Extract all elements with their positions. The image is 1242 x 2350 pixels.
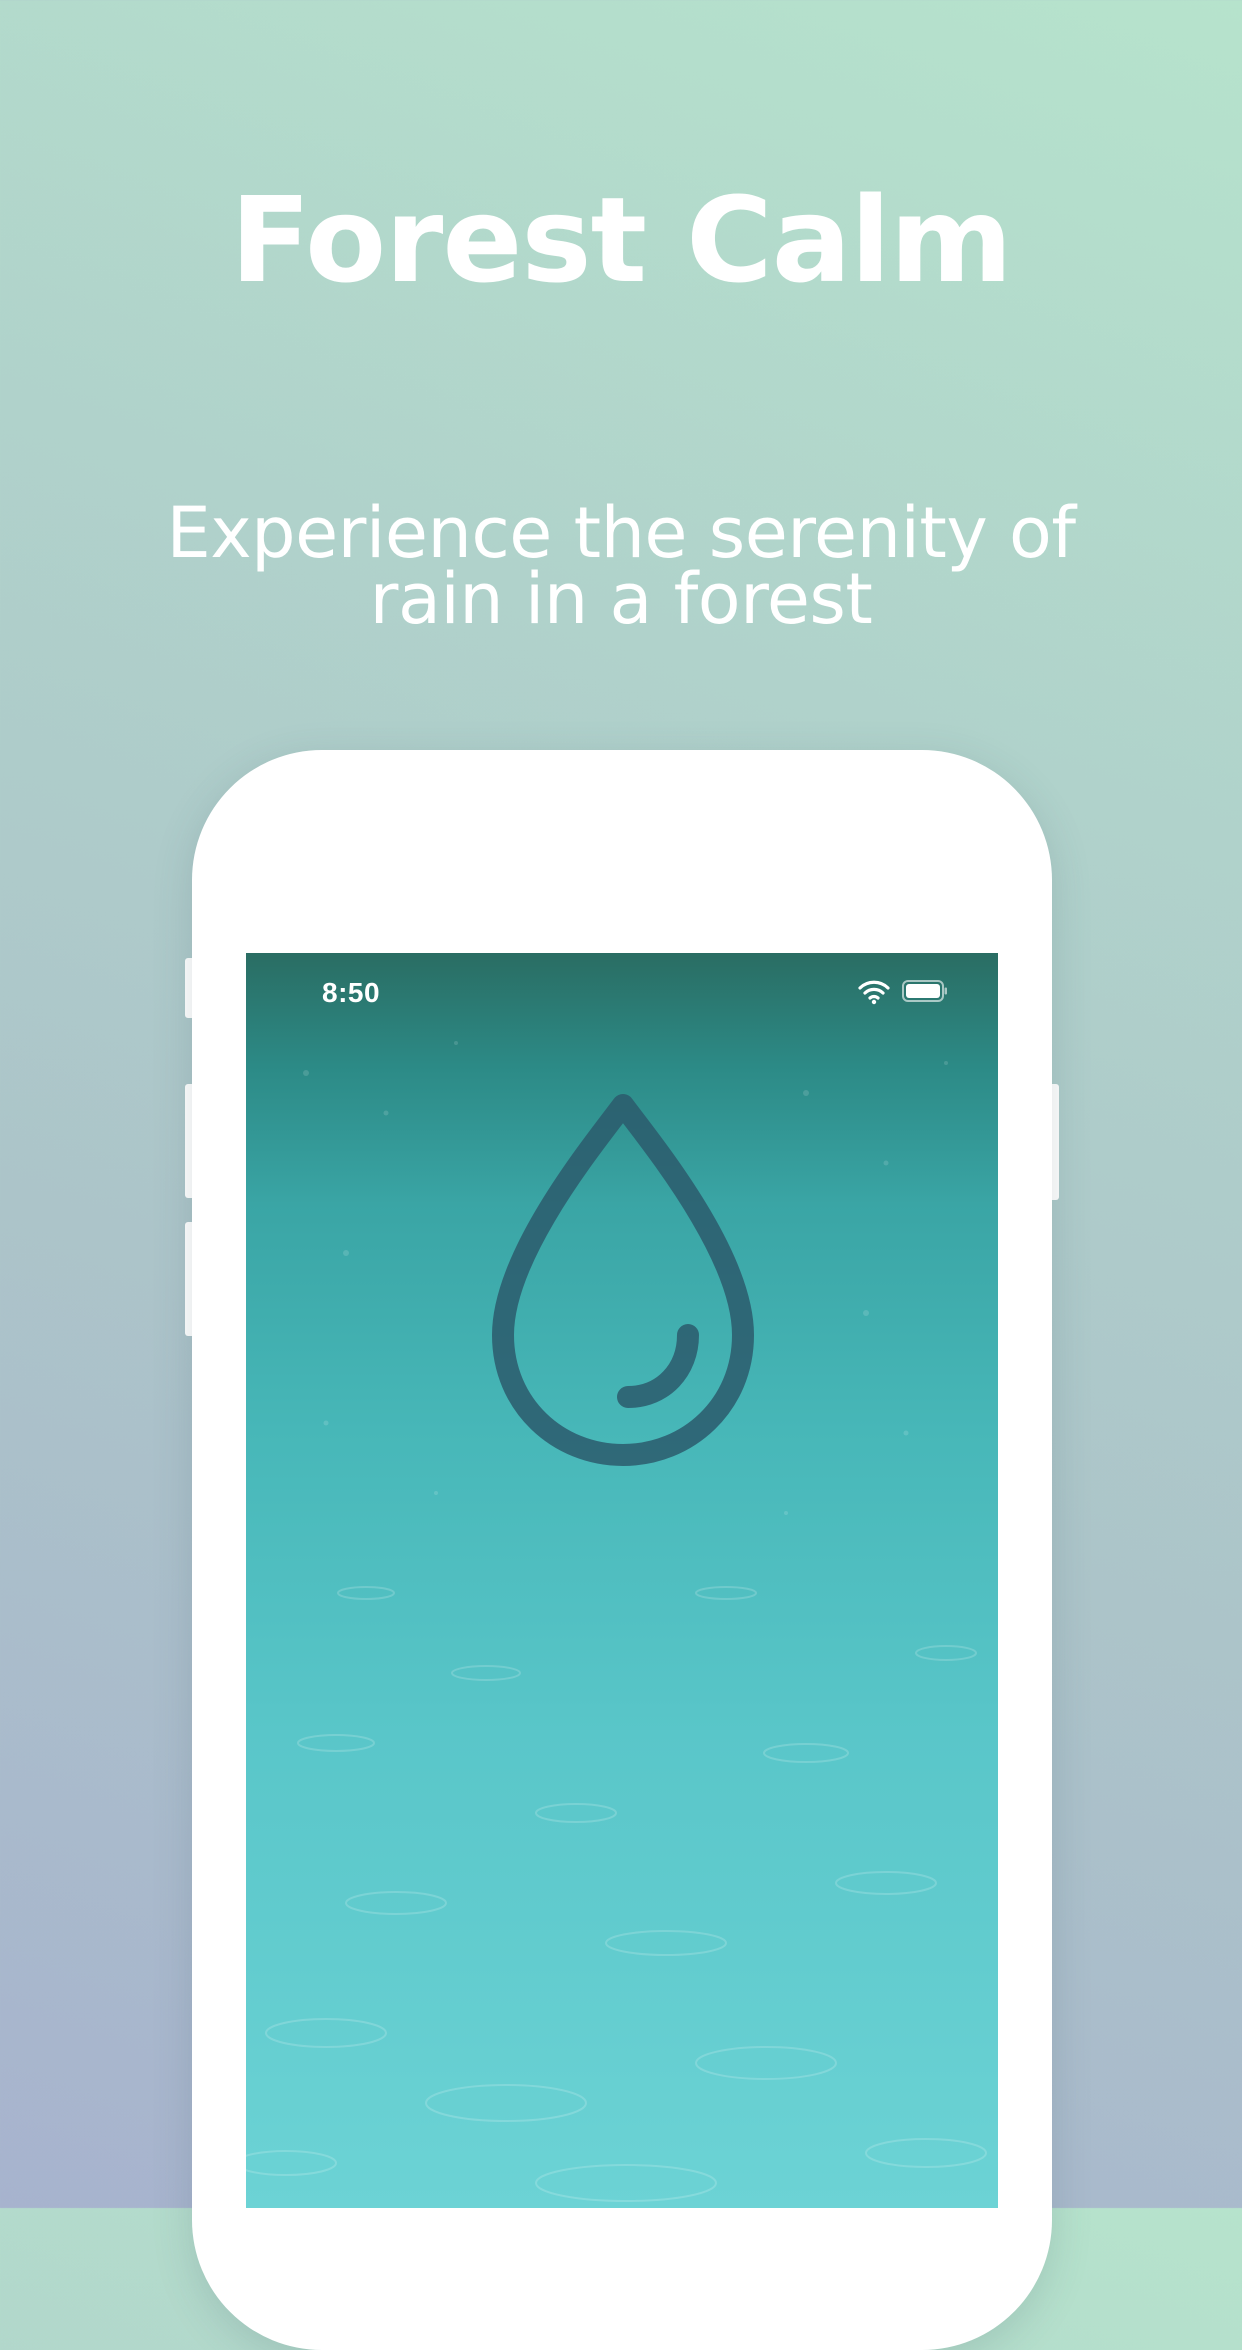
wifi-icon: [858, 980, 890, 1005]
battery-icon: [902, 980, 947, 1002]
app-screen[interactable]: 8:50: [246, 953, 998, 2208]
app-title: Forest Calm: [230, 171, 1012, 309]
status-bar-time: 8:50: [322, 977, 381, 1008]
tagline: Experience the serenity of rain in a for…: [100, 492, 1142, 640]
tagline-line-2: rain in a forest: [369, 558, 873, 640]
tagline-line-1: Experience the serenity of: [166, 492, 1077, 574]
water-drop-icon[interactable]: [483, 1085, 763, 1475]
